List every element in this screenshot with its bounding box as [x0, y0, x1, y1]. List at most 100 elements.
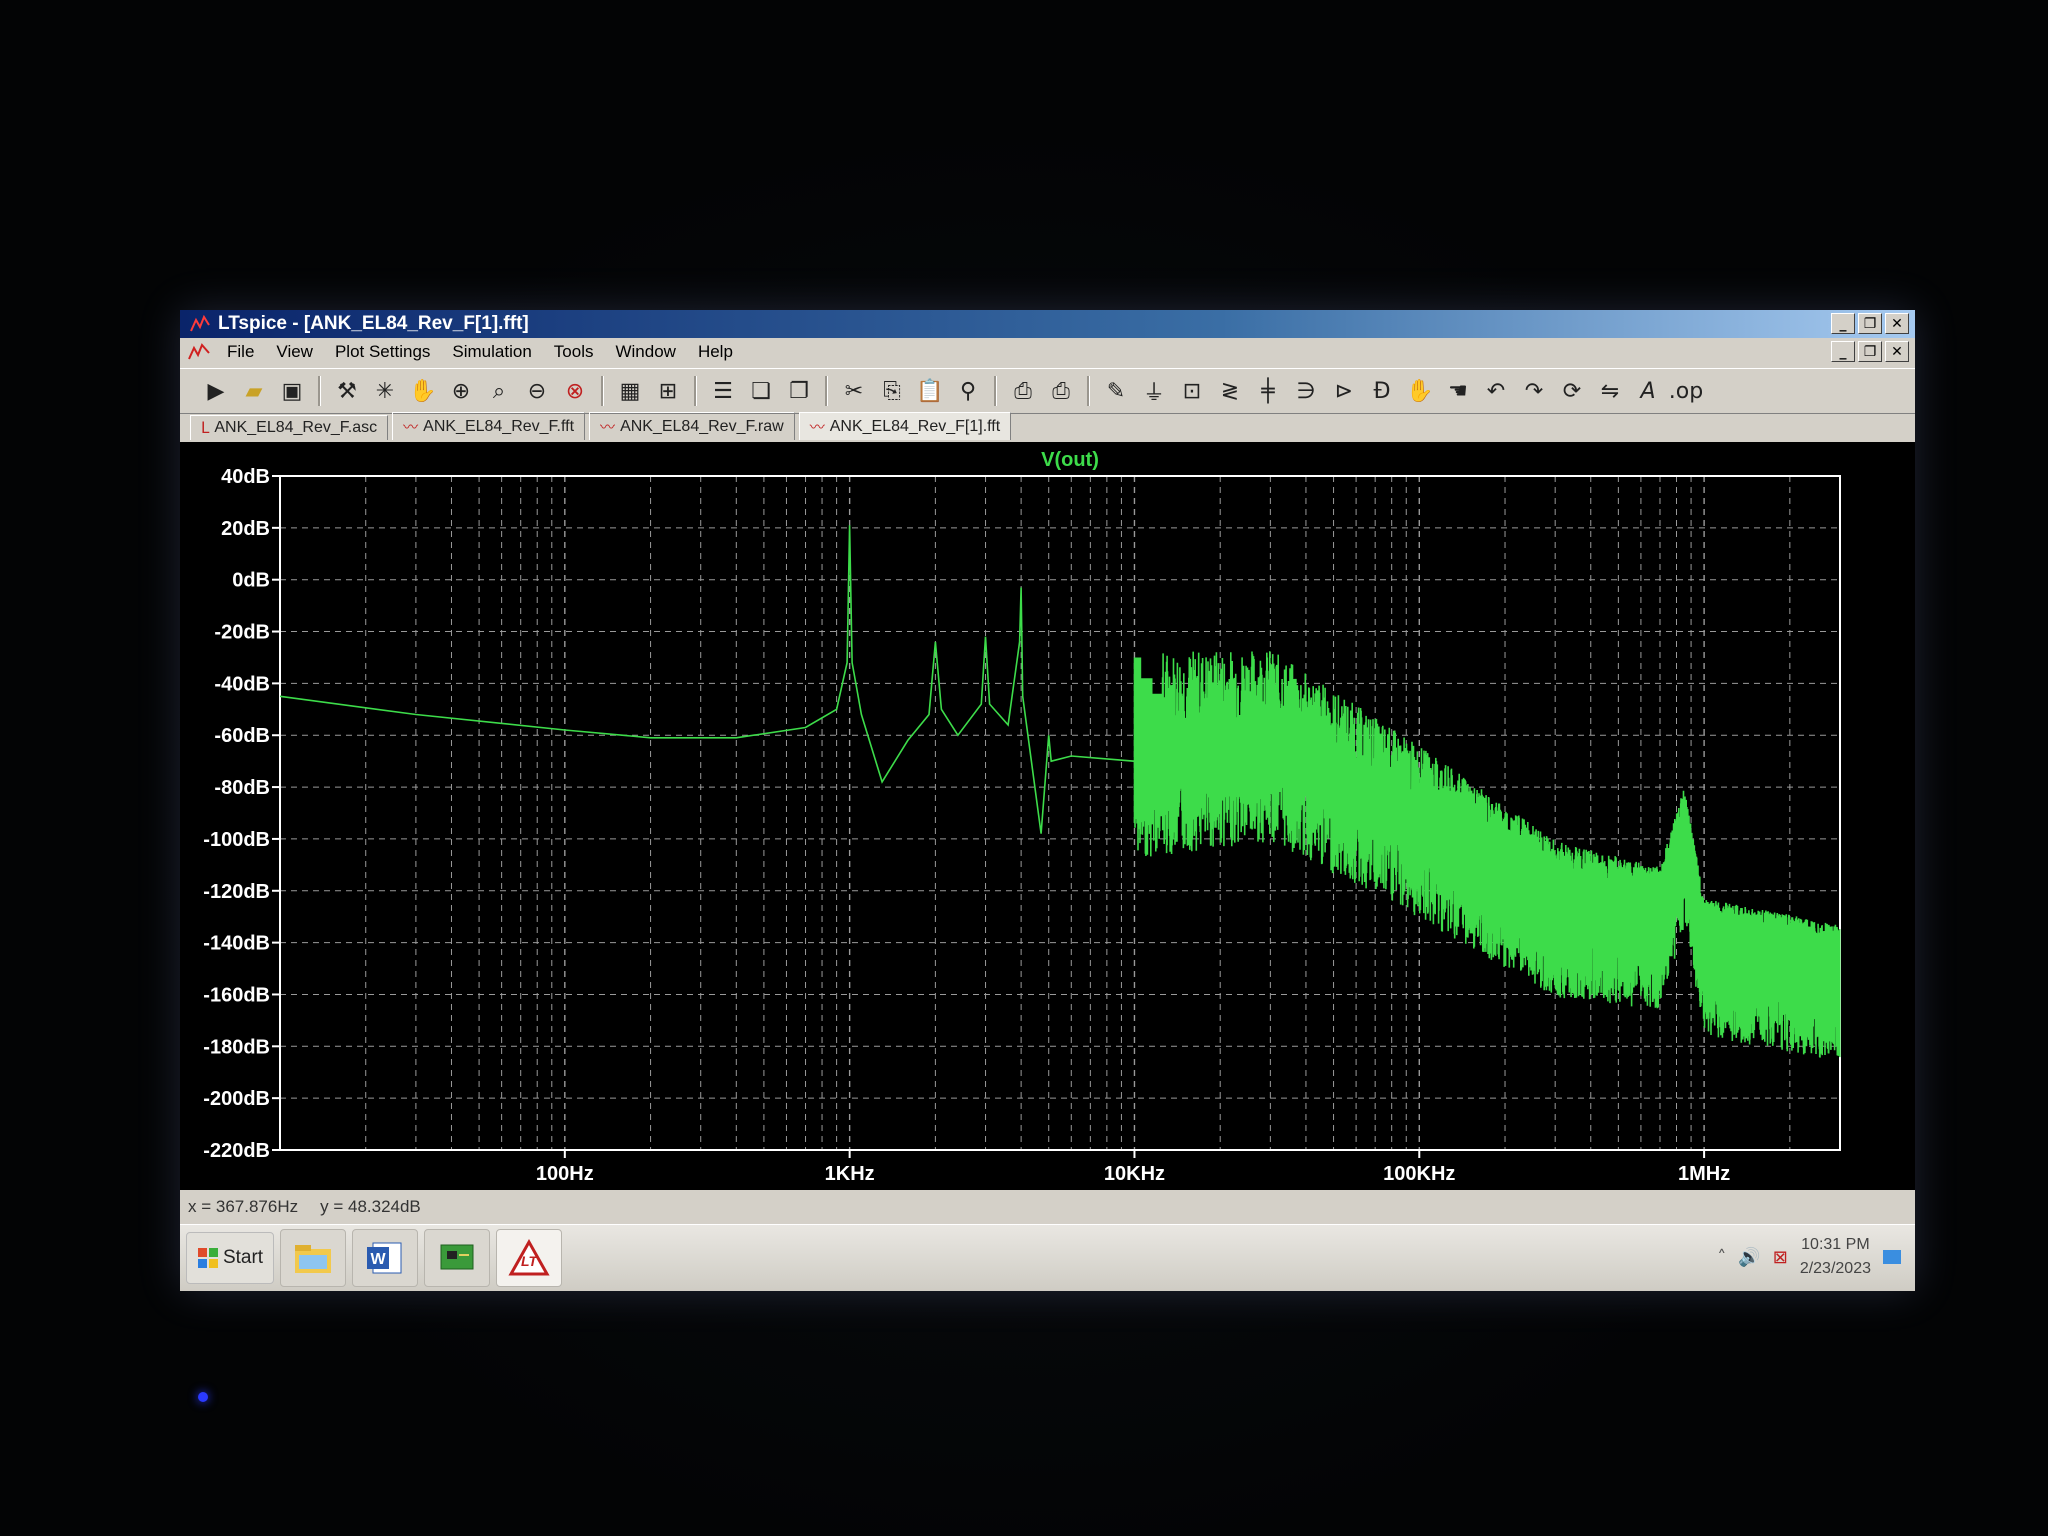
control-panel-icon[interactable]: ⚒: [331, 375, 363, 407]
ltspice-task-icon[interactable]: LT: [496, 1229, 562, 1287]
y-tick-label: -140dB: [203, 933, 270, 955]
mirror-icon[interactable]: ⇋: [1594, 375, 1626, 407]
volume-icon[interactable]: 🔊: [1738, 1247, 1760, 1268]
toolbar-separator: [601, 376, 604, 406]
toolbar: ▶ ▰ ▣ ⚒ ✳ ✋ ⊕ ⌕ ⊖ ⊗ ▦ ⊞ ☰ ❏ ❐ ✂ ⎘ 📋 ⚲ ⎙ …: [180, 368, 1915, 414]
zoom-area-icon[interactable]: ⌕: [483, 375, 515, 407]
move-icon[interactable]: ✋: [1404, 375, 1436, 407]
network-error-icon[interactable]: ⊠: [1773, 1247, 1788, 1268]
document-icon[interactable]: [188, 343, 210, 361]
undo-icon[interactable]: ↶: [1480, 375, 1512, 407]
capacitor-icon[interactable]: ╪: [1252, 375, 1284, 407]
tile-vertical-icon[interactable]: ❐: [783, 375, 815, 407]
y-tick-label: 0dB: [232, 570, 270, 592]
zoom-cancel-icon[interactable]: ⊗: [559, 375, 591, 407]
cascade-icon[interactable]: ❏: [745, 375, 777, 407]
run-icon[interactable]: ▶: [200, 375, 232, 407]
component-icon[interactable]: Ð: [1366, 375, 1398, 407]
document-tabs: ᒪ ANK_EL84_Rev_F.asc 〰 ANK_EL84_Rev_F.fft …: [180, 412, 1915, 440]
doc-close-button[interactable]: ✕: [1885, 341, 1909, 362]
waveform-icon: 〰: [403, 418, 419, 436]
minimize-button[interactable]: _: [1831, 313, 1855, 334]
resistor-icon[interactable]: ≷: [1214, 375, 1246, 407]
save-icon[interactable]: ▣: [276, 375, 308, 407]
find-icon[interactable]: ⚲: [952, 375, 984, 407]
marker-icon[interactable]: ⊞: [652, 375, 684, 407]
menu-file[interactable]: File: [216, 342, 265, 362]
spice-directive-icon[interactable]: .op: [1669, 375, 1703, 407]
y-tick-label: -120dB: [203, 881, 270, 903]
y-tick-label: -220dB: [203, 1140, 270, 1162]
drag-icon[interactable]: ☚: [1442, 375, 1474, 407]
x-axis: 100Hz 1KHz 10KHz 100KHz 1MHz: [536, 1150, 1730, 1185]
pcb-task-icon[interactable]: [424, 1229, 490, 1287]
menu-view[interactable]: View: [265, 342, 324, 362]
toolbar-separator: [994, 376, 997, 406]
menu-plot-settings[interactable]: Plot Settings: [324, 342, 441, 362]
restore-button[interactable]: ❐: [1858, 313, 1882, 334]
open-icon[interactable]: ▰: [238, 375, 270, 407]
menu-help[interactable]: Help: [687, 342, 744, 362]
menu-tools[interactable]: Tools: [543, 342, 605, 362]
print-icon[interactable]: ⎙: [1045, 375, 1077, 407]
tab-label: ANK_EL84_Rev_F.asc: [214, 419, 378, 436]
close-button[interactable]: ✕: [1885, 313, 1909, 334]
zoom-in-icon[interactable]: ⊕: [445, 375, 477, 407]
y-tick-label: -160dB: [203, 984, 270, 1006]
cut-icon[interactable]: ✂: [838, 375, 870, 407]
trace-vout: [279, 525, 1841, 1058]
fft-plot[interactable]: 40dB 20dB 0dB -20dB -40dB -60dB -80dB -100dB -12…: [180, 442, 1915, 1190]
word-task-icon[interactable]: W: [352, 1229, 418, 1287]
copy-icon[interactable]: ⎘: [876, 375, 908, 407]
start-button[interactable]: Start: [186, 1232, 274, 1284]
print-preview-icon[interactable]: ⎙: [1007, 375, 1039, 407]
doc-restore-button[interactable]: ❐: [1858, 341, 1882, 362]
diode-icon[interactable]: ⊳: [1328, 375, 1360, 407]
windows-logo-icon: [197, 1248, 218, 1268]
plot-grid: [279, 475, 1841, 1151]
menu-window[interactable]: Window: [604, 342, 686, 362]
autorange-icon[interactable]: ▦: [614, 375, 646, 407]
zoom-out-icon[interactable]: ⊖: [521, 375, 553, 407]
ground-icon[interactable]: ⏚: [1138, 375, 1170, 407]
chevron-up-icon[interactable]: ˄: [1717, 1247, 1726, 1268]
x-tick-label: 10KHz: [1104, 1163, 1165, 1185]
menu-bar: File View Plot Settings Simulation Tools…: [180, 338, 1915, 366]
y-tick-label: -100dB: [203, 829, 270, 851]
trace-label[interactable]: V(out): [1041, 449, 1099, 471]
plot-frame: [279, 475, 1841, 1151]
rotate-icon[interactable]: ⟳: [1556, 375, 1588, 407]
halt-icon[interactable]: ✳: [369, 375, 401, 407]
toolbar-separator: [694, 376, 697, 406]
tab-fft[interactable]: 〰 ANK_EL84_Rev_F.fft: [392, 412, 586, 440]
redo-icon[interactable]: ↷: [1518, 375, 1550, 407]
wire-icon[interactable]: ✎: [1100, 375, 1132, 407]
monitor-power-led: [198, 1392, 208, 1402]
show-desktop-button[interactable]: [1883, 1250, 1901, 1264]
x-tick-label: 100KHz: [1383, 1163, 1455, 1185]
taskbar: Start W LT ˄ 🔊 ⊠ 10:31 PM 2/23/2023: [180, 1224, 1915, 1291]
title-bar[interactable]: LTspice - [ANK_EL84_Rev_F[1].fft] _ ❐ ✕: [180, 310, 1915, 338]
toolbar-separator: [318, 376, 321, 406]
tab-fft-active[interactable]: 〰 ANK_EL84_Rev_F[1].fft: [798, 412, 1012, 440]
window-title: LTspice - [ANK_EL84_Rev_F[1].fft]: [218, 313, 529, 334]
menu-simulation[interactable]: Simulation: [441, 342, 542, 362]
doc-minimize-button[interactable]: _: [1831, 341, 1855, 362]
clock-time: 10:31 PM: [1801, 1236, 1870, 1253]
inductor-icon[interactable]: ∋: [1290, 375, 1322, 407]
y-tick-label: -60dB: [214, 725, 270, 747]
toolbar-separator: [1087, 376, 1090, 406]
tab-schematic[interactable]: ᒪ ANK_EL84_Rev_F.asc: [190, 415, 389, 440]
status-bar: x = 367.876Hz y = 48.324dB: [180, 1190, 1915, 1224]
pan-icon[interactable]: ✋: [407, 375, 439, 407]
text-icon[interactable]: A: [1632, 375, 1664, 407]
paste-icon[interactable]: 📋: [914, 375, 946, 407]
y-tick-label: 20dB: [221, 518, 270, 540]
clock[interactable]: 10:31 PM 2/23/2023: [1800, 1233, 1871, 1281]
tab-raw[interactable]: 〰 ANK_EL84_Rev_F.raw: [589, 412, 795, 440]
label-icon[interactable]: ⊡: [1176, 375, 1208, 407]
tile-horizontal-icon[interactable]: ☰: [707, 375, 739, 407]
explorer-task-icon[interactable]: [280, 1229, 346, 1287]
waveform-plot-pane[interactable]: 40dB 20dB 0dB -20dB -40dB -60dB -80dB -100dB -12…: [180, 442, 1915, 1190]
toolbar-separator: [825, 376, 828, 406]
